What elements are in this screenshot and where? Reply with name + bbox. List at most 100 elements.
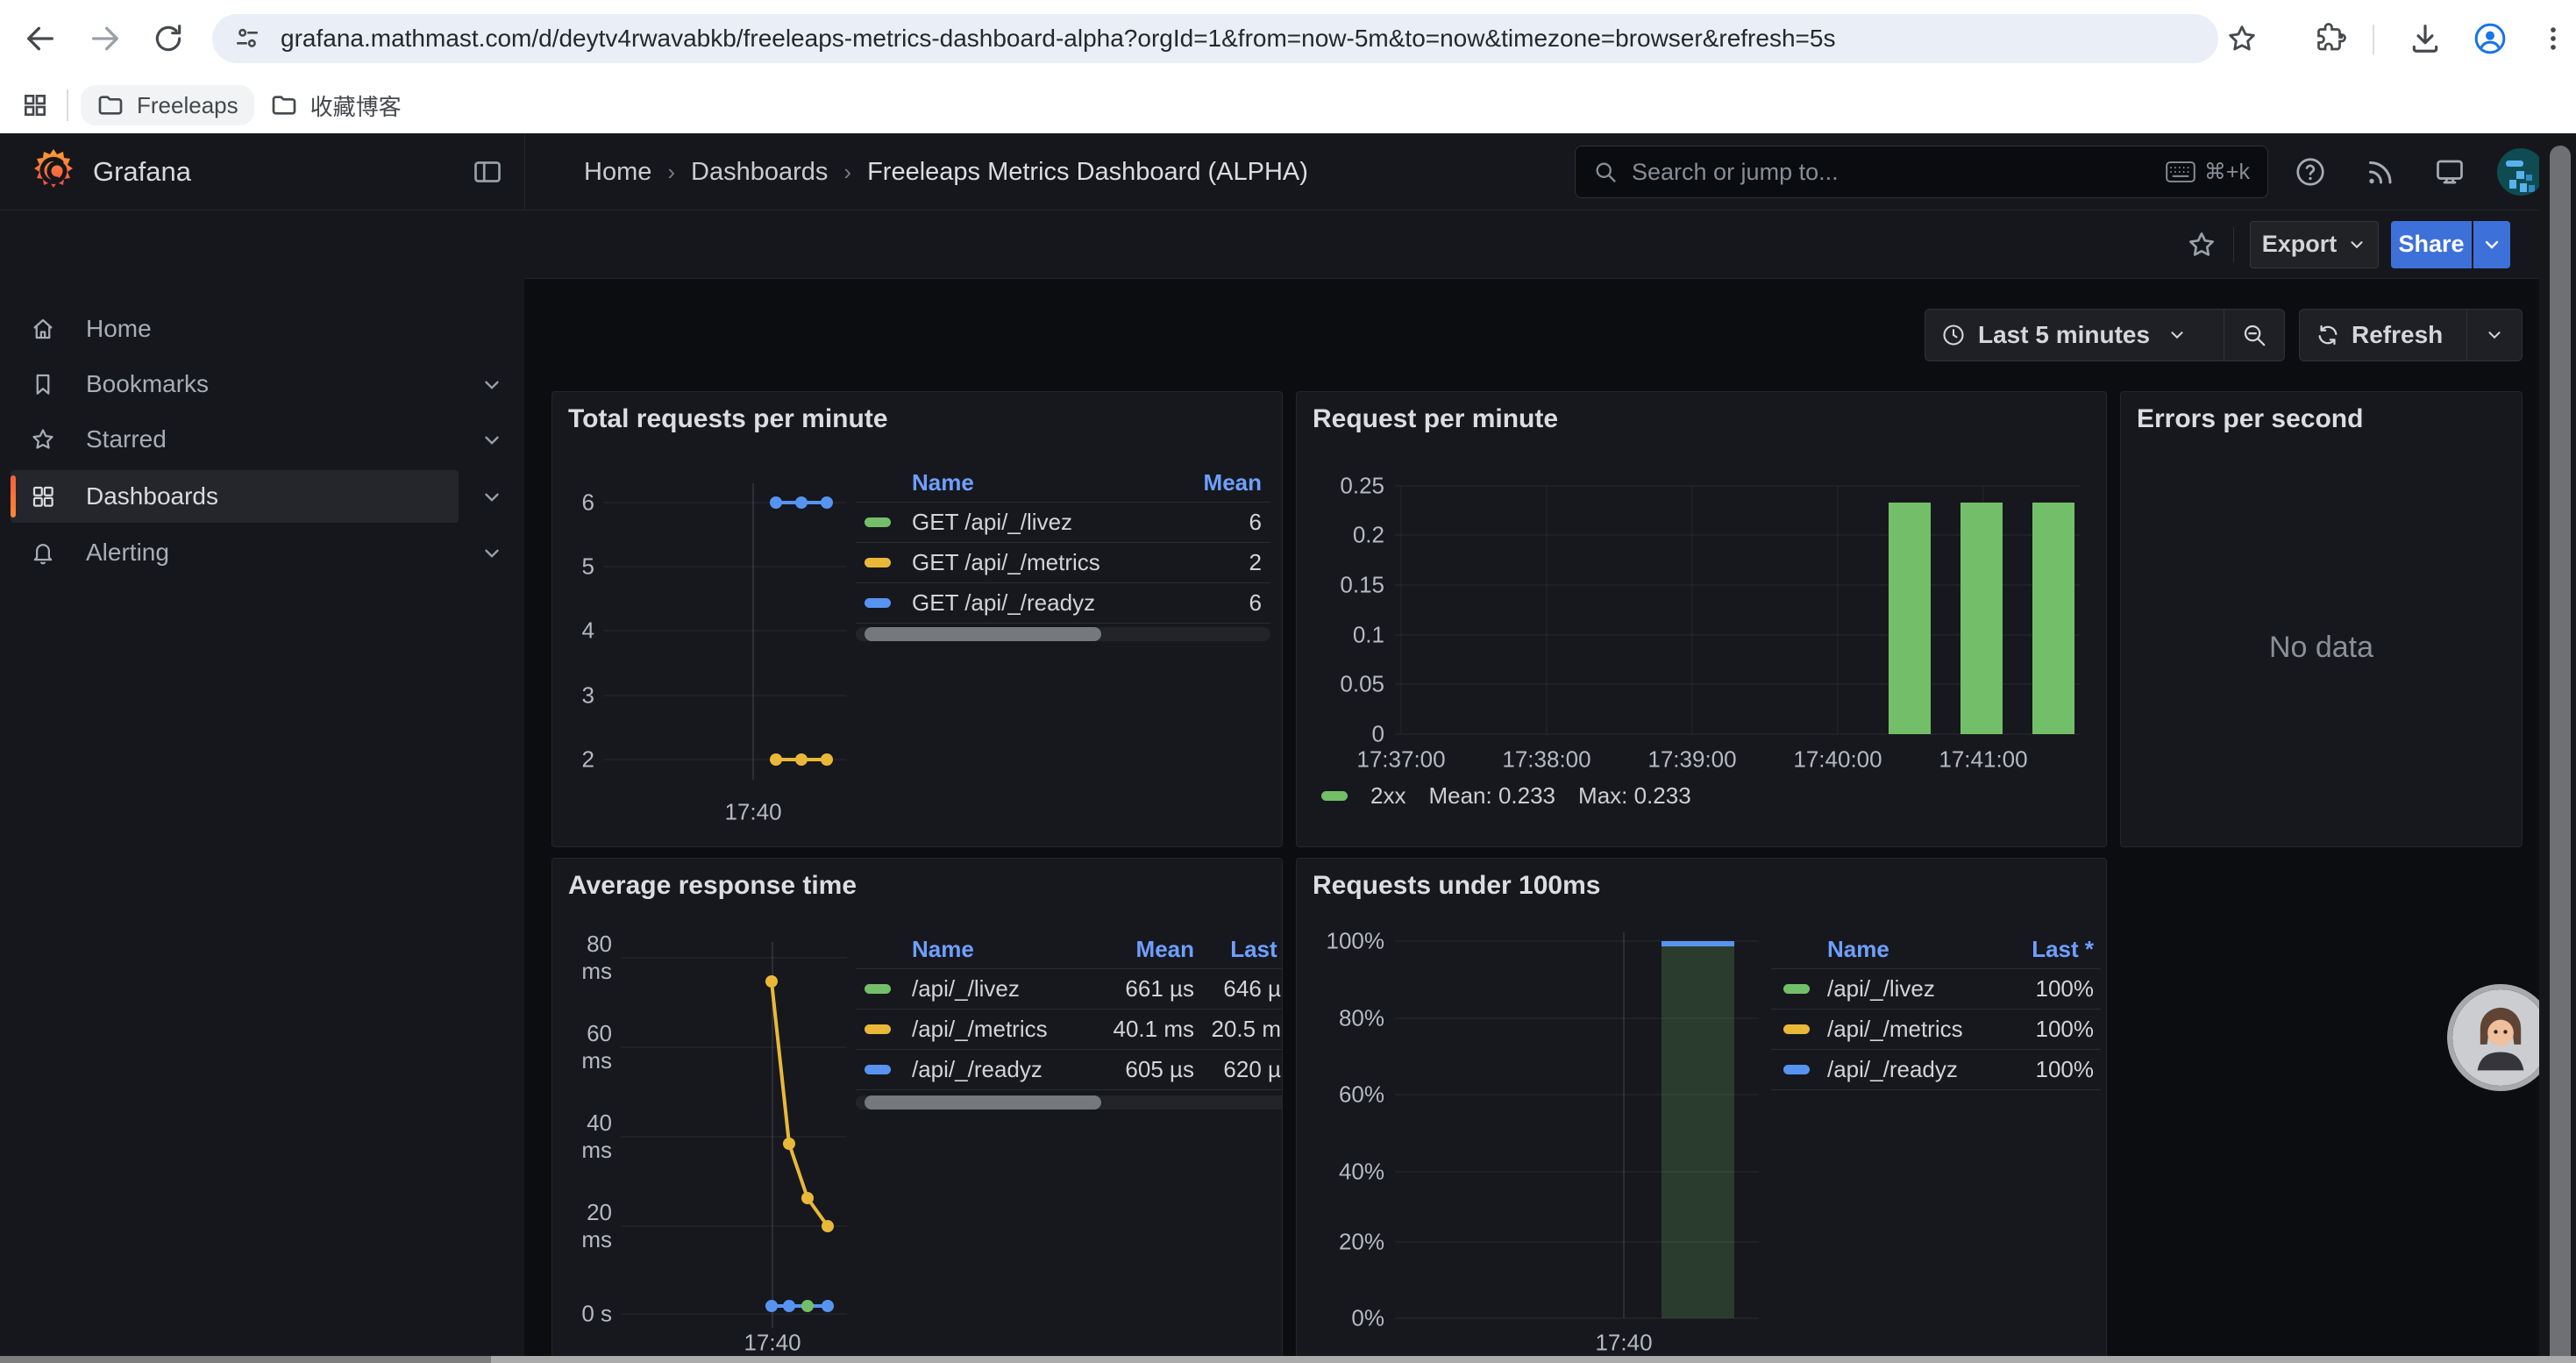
floating-assistant-avatar[interactable] bbox=[2452, 989, 2549, 1086]
legend-scrollbar[interactable] bbox=[856, 1095, 1283, 1110]
bookmarks-bar: Freeleaps 收藏博客 bbox=[0, 77, 2576, 133]
page-scrollbar-thumb[interactable] bbox=[2550, 146, 2571, 1363]
legend-header-mean[interactable]: Mean bbox=[1080, 936, 1194, 963]
legend-header-name[interactable]: Name bbox=[905, 469, 1165, 496]
panel-requests-under-100ms[interactable]: Requests under 100ms 100% 80% 60% 40% 20… bbox=[1296, 858, 2107, 1363]
zoom-out-icon bbox=[2241, 322, 2267, 348]
url-text[interactable]: grafana.mathmast.com/d/deytv4rwavabkb/fr… bbox=[281, 25, 2197, 53]
legend-scrollbar[interactable] bbox=[856, 627, 1270, 641]
profile-button[interactable] bbox=[2471, 19, 2509, 58]
favorite-star-icon[interactable] bbox=[2186, 229, 2217, 260]
legend-row[interactable]: /api/_/readyz 100% bbox=[1771, 1050, 2101, 1090]
legend-row[interactable]: GET /api/_/metrics 2 bbox=[856, 543, 1270, 583]
apps-button[interactable] bbox=[16, 86, 54, 125]
sidebar-toggle-icon[interactable] bbox=[472, 156, 503, 188]
panel-errors-per-second[interactable]: Errors per second No data bbox=[2120, 391, 2523, 847]
sidebar-item-label: Dashboards bbox=[86, 482, 218, 510]
y-tick: 60% bbox=[1304, 1081, 1384, 1109]
refresh-button[interactable]: Refresh bbox=[2300, 321, 2466, 349]
series-color-green bbox=[865, 517, 891, 527]
chevron-down-icon[interactable] bbox=[480, 374, 503, 396]
grafana-brand[interactable]: Grafana bbox=[93, 133, 191, 211]
series-mean: 661 µs bbox=[1080, 975, 1194, 1003]
back-button[interactable] bbox=[16, 14, 65, 63]
share-menu-button[interactable] bbox=[2473, 221, 2510, 268]
panel-avg-response-time[interactable]: Average response time 80 ms 60 ms 40 ms … bbox=[551, 858, 1283, 1363]
sidebar: Home Bookmarks Starred Dashboards Alerti… bbox=[0, 211, 524, 1363]
horizontal-scrollbar[interactable] bbox=[491, 1356, 2576, 1363]
series-name[interactable]: 2xx bbox=[1370, 782, 1405, 810]
sidebar-item-bookmarks[interactable]: Bookmarks bbox=[11, 358, 459, 410]
time-range-button[interactable]: Last 5 minutes bbox=[1925, 321, 2224, 349]
panel-request-per-minute[interactable]: Request per minute 0.25 0.2 0.15 0.1 0.0… bbox=[1296, 391, 2107, 847]
search-input[interactable]: Search or jump to... ⌘+k bbox=[1575, 146, 2268, 198]
bookmark-folder-freeleaps[interactable]: Freeleaps bbox=[81, 85, 254, 125]
sidebar-item-label: Home bbox=[86, 315, 152, 343]
legend-row[interactable]: /api/_/livez 661 µs 646 µs bbox=[856, 969, 1283, 1010]
sidebar-item-dashboards[interactable]: Dashboards bbox=[11, 470, 459, 523]
series-name: /api/_/metrics bbox=[905, 1016, 1080, 1043]
time-range-picker[interactable]: Last 5 minutes bbox=[1925, 309, 2285, 361]
browser-menu-button[interactable] bbox=[2534, 19, 2572, 58]
clock-icon bbox=[1941, 323, 1966, 347]
export-button[interactable]: Export bbox=[2250, 221, 2379, 268]
legend-header-name[interactable]: Name bbox=[905, 936, 1080, 963]
downloads-button[interactable] bbox=[2406, 19, 2444, 58]
legend-row[interactable]: /api/_/metrics 40.1 ms 20.5 ms bbox=[856, 1010, 1283, 1050]
legend-row[interactable]: GET /api/_/readyz 6 bbox=[856, 583, 1270, 624]
breadcrumb-dashboards[interactable]: Dashboards bbox=[691, 158, 828, 187]
news-rss-icon[interactable] bbox=[2364, 156, 2395, 188]
site-settings-icon[interactable] bbox=[233, 25, 261, 53]
page-scrollbar[interactable] bbox=[2539, 133, 2576, 1363]
forward-button[interactable] bbox=[81, 14, 130, 63]
breadcrumb-separator: › bbox=[667, 159, 675, 186]
chevron-down-icon[interactable] bbox=[480, 486, 503, 509]
legend-header-mean[interactable]: Mean bbox=[1165, 469, 1270, 496]
legend-scrollbar-thumb[interactable] bbox=[865, 1095, 1101, 1110]
y-tick: 0.2 bbox=[1304, 522, 1384, 549]
sidebar-item-home[interactable]: Home bbox=[11, 303, 459, 355]
url-bar[interactable]: grafana.mathmast.com/d/deytv4rwavabkb/fr… bbox=[212, 14, 2218, 63]
refresh-interval-button[interactable] bbox=[2467, 325, 2522, 345]
grafana-logo[interactable] bbox=[30, 148, 77, 196]
sidebar-item-label: Starred bbox=[86, 425, 167, 453]
legend-scrollbar-thumb[interactable] bbox=[865, 627, 1101, 641]
legend-header-last[interactable]: Last * bbox=[1996, 936, 2101, 963]
chevron-down-icon[interactable] bbox=[480, 542, 503, 565]
share-button[interactable]: Share bbox=[2391, 221, 2472, 268]
series-mean: 40.1 ms bbox=[1080, 1016, 1194, 1043]
legend-row[interactable]: /api/_/readyz 605 µs 620 µs bbox=[856, 1050, 1283, 1090]
bookmark-star-button[interactable] bbox=[2223, 19, 2261, 58]
x-tick: 17:40 bbox=[744, 1330, 801, 1357]
bookmark-folder-blogs[interactable]: 收藏博客 bbox=[254, 83, 417, 128]
legend-table: Name Mean GET /api/_/livez 6 GET /api/_/… bbox=[856, 464, 1270, 624]
sidebar-item-label: Bookmarks bbox=[86, 370, 209, 398]
extensions-button[interactable] bbox=[2311, 19, 2350, 58]
reload-button[interactable] bbox=[144, 14, 193, 63]
zoom-out-button[interactable] bbox=[2224, 322, 2284, 348]
legend-row[interactable]: GET /api/_/livez 6 bbox=[856, 503, 1270, 543]
woman-avatar-illustration bbox=[2452, 989, 2549, 1086]
legend-header-last[interactable]: Last * bbox=[1194, 936, 1283, 963]
legend-row[interactable]: /api/_/livez 100% bbox=[1771, 969, 2101, 1010]
user-avatar[interactable] bbox=[2497, 148, 2544, 196]
search-icon bbox=[1593, 160, 1618, 184]
panel-total-requests[interactable]: Total requests per minute 6 5 4 3 2 17:4… bbox=[551, 391, 1283, 847]
legend-table: Name Last * /api/_/livez 100% /api/_/met… bbox=[1771, 931, 2101, 1090]
help-icon[interactable] bbox=[2295, 156, 2326, 188]
refresh-picker[interactable]: Refresh bbox=[2299, 309, 2523, 361]
folder-icon bbox=[96, 91, 125, 119]
x-tick: 17:38:00 bbox=[1502, 746, 1590, 774]
home-icon bbox=[30, 316, 56, 342]
legend-row[interactable]: /api/_/metrics 100% bbox=[1771, 1010, 2101, 1050]
screen-icon[interactable] bbox=[2434, 156, 2466, 188]
series-mean: 6 bbox=[1165, 589, 1270, 617]
chevron-down-icon[interactable] bbox=[480, 429, 503, 452]
breadcrumb-home[interactable]: Home bbox=[584, 158, 651, 187]
sidebar-item-starred[interactable]: Starred bbox=[11, 413, 459, 466]
legend-header-name[interactable]: Name bbox=[1822, 936, 1996, 963]
sidebar-item-alerting[interactable]: Alerting bbox=[11, 526, 459, 579]
y-tick: 20% bbox=[1304, 1229, 1384, 1256]
x-tick: 17:40 bbox=[1595, 1330, 1652, 1357]
toolbar-divider bbox=[2373, 25, 2374, 54]
